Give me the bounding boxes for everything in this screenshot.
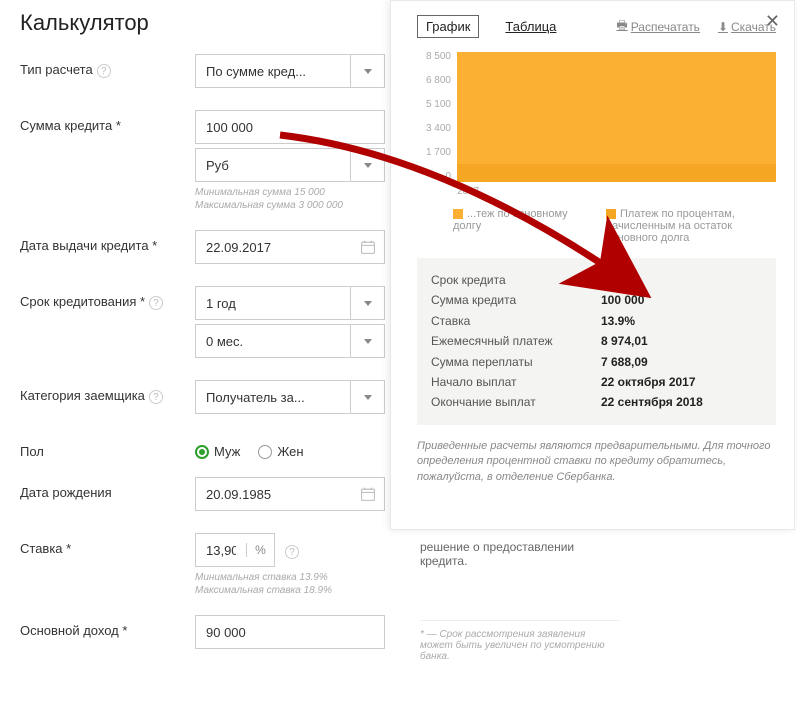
hint-min-rate: Минимальная ставка 13.9%: [195, 571, 385, 584]
results-panel: ✕ График Таблица 🖶 Распечатать ⬇ Скачать…: [390, 0, 795, 530]
gender-female-radio[interactable]: Жен: [258, 444, 303, 459]
chevron-down-icon: [364, 395, 372, 400]
tabs-row: График Таблица 🖶 Распечатать ⬇ Скачать: [417, 15, 776, 38]
birth-date-input[interactable]: [195, 477, 385, 511]
payment-chart: 8 5006 8005 1003 4001 7000 2017: [417, 52, 776, 202]
currency-select[interactable]: [195, 148, 385, 182]
label-amount: Сумма кредита *: [20, 110, 195, 133]
chart-legend: ...теж по основному долгу Платеж по проц…: [453, 208, 776, 244]
behind-footnote: * — Срок рассмотрения заявления может бы…: [420, 620, 620, 662]
label-rate: Ставка *: [20, 533, 195, 556]
behind-snippet: решение о предоставлении кредита.: [420, 540, 580, 568]
calculator-form: Калькулятор Тип расчета? Сумма кредита *…: [20, 10, 390, 671]
chevron-down-icon: [364, 69, 372, 74]
help-icon[interactable]: ?: [149, 390, 163, 404]
term-years-select[interactable]: [195, 286, 385, 320]
hint-max-rate: Максимальная ставка 18.9%: [195, 584, 385, 597]
chevron-down-icon: [364, 339, 372, 344]
label-calc-type: Тип расчета?: [20, 54, 195, 78]
issue-date-input[interactable]: [195, 230, 385, 264]
label-category: Категория заемщика?: [20, 380, 195, 404]
tab-chart[interactable]: График: [417, 15, 479, 38]
calendar-icon[interactable]: [352, 486, 384, 502]
income-input[interactable]: [195, 615, 385, 649]
print-link[interactable]: 🖶 Распечатать: [616, 16, 700, 37]
summary-row: Ставка13.9%: [431, 311, 762, 331]
hint-min-amount: Минимальная сумма 15 000: [195, 186, 385, 199]
label-gender: Пол: [20, 436, 195, 459]
page-title: Калькулятор: [20, 10, 390, 36]
label-term: Срок кредитования *?: [20, 286, 195, 310]
summary-row: Сумма кредита100 000: [431, 290, 762, 310]
label-birth: Дата рождения: [20, 477, 195, 500]
help-icon[interactable]: ?: [285, 545, 299, 559]
label-issue-date: Дата выдачи кредита *: [20, 230, 195, 253]
hint-max-amount: Максимальная сумма 3 000 000: [195, 199, 385, 212]
amount-input[interactable]: [195, 110, 385, 144]
summary-row: Начало выплат22 октября 2017: [431, 372, 762, 392]
summary-row: Окончание выплат22 сентября 2018: [431, 392, 762, 412]
chevron-down-icon: [364, 301, 372, 306]
calc-type-select[interactable]: [195, 54, 385, 88]
help-icon[interactable]: ?: [149, 296, 163, 310]
term-months-select[interactable]: [195, 324, 385, 358]
gender-male-radio[interactable]: Муж: [195, 444, 240, 459]
summary-row: Срок кредита12 мес.: [431, 270, 762, 290]
calendar-icon[interactable]: [352, 239, 384, 255]
disclaimer-text: Приведенные расчеты являются предварител…: [417, 439, 776, 485]
loan-summary: Срок кредита12 мес.Сумма кредита100 000С…: [417, 258, 776, 425]
label-income: Основной доход *: [20, 615, 195, 638]
close-icon[interactable]: ✕: [765, 11, 780, 32]
chevron-down-icon: [364, 163, 372, 168]
tab-table[interactable]: Таблица: [497, 16, 564, 37]
rate-input[interactable]: %: [195, 533, 275, 567]
summary-row: Сумма переплаты7 688,09: [431, 352, 762, 372]
help-icon[interactable]: ?: [97, 64, 111, 78]
summary-row: Ежемесячный платеж8 974,01: [431, 331, 762, 351]
percent-label: %: [246, 543, 274, 557]
category-select[interactable]: [195, 380, 385, 414]
